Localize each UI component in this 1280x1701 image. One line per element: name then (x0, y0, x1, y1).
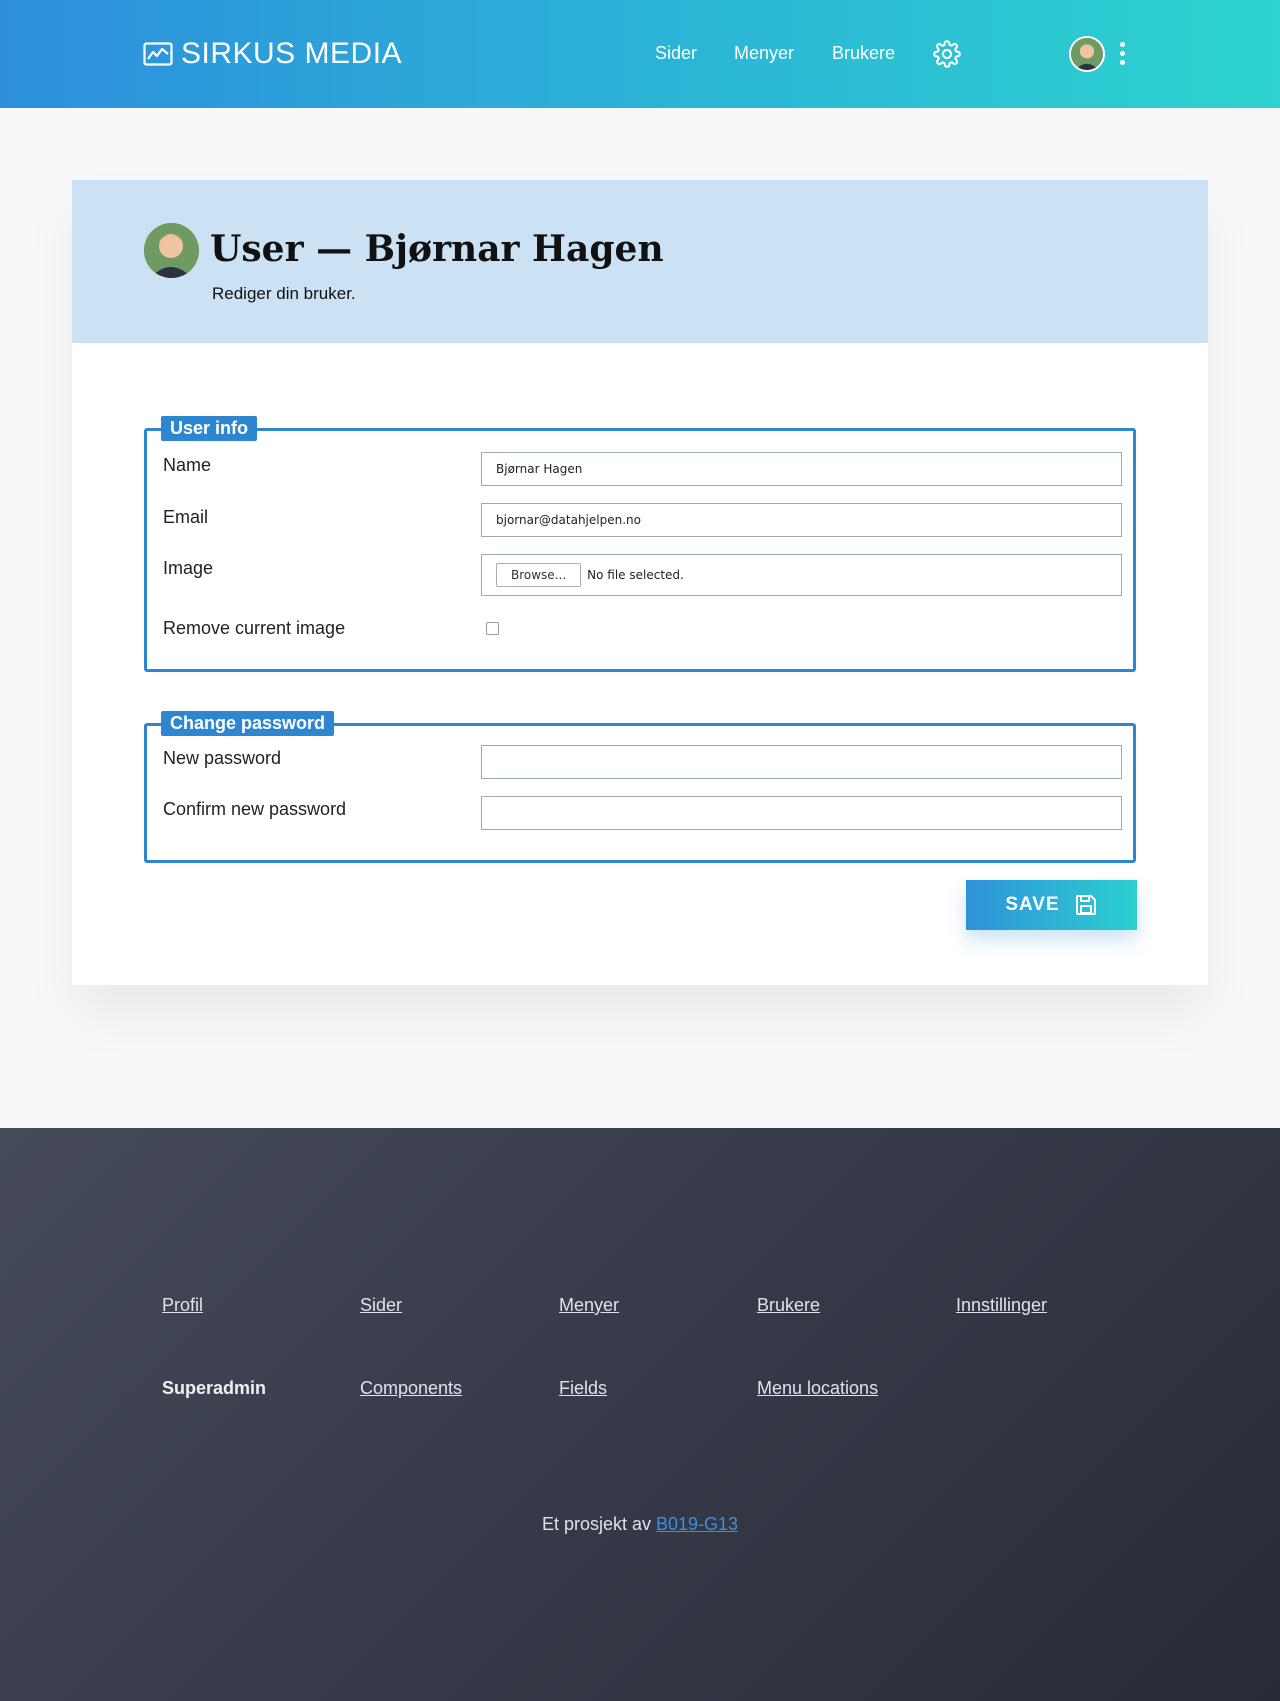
name-input[interactable]: Bjørnar Hagen (481, 452, 1122, 486)
more-menu-icon[interactable] (1117, 42, 1127, 66)
page-subtitle: Rediger din bruker. (212, 284, 356, 303)
change-password-legend: Change password (161, 711, 335, 736)
save-button[interactable]: SAVE (966, 880, 1137, 930)
credit-link[interactable]: B019-G13 (656, 1514, 738, 1534)
file-status-text: No file selected. (587, 568, 684, 582)
name-label: Name (163, 455, 212, 475)
top-navbar: SIRKUS MEDIA Sider Menyer Brukere (0, 0, 1280, 108)
nav-menyer[interactable]: Menyer (734, 43, 794, 64)
save-label: SAVE (1005, 894, 1060, 915)
footer-link-menu-locations[interactable]: Menu locations (757, 1378, 878, 1399)
image-label: Image (163, 558, 214, 578)
user-edit-card: User — Bjørnar Hagen Rediger din bruker.… (72, 180, 1208, 985)
change-password-fieldset: Change password New password Confirm new… (144, 711, 1136, 863)
footer-link-brukere[interactable]: Brukere (757, 1295, 820, 1316)
brand-logo[interactable]: SIRKUS MEDIA (143, 36, 402, 72)
email-input[interactable]: bjornar@datahjelpen.no (481, 503, 1122, 537)
user-avatar-large (144, 223, 199, 278)
new-password-label: New password (163, 748, 282, 768)
page-title: User — Bjørnar Hagen (210, 228, 664, 270)
floppy-disk-icon (1075, 895, 1096, 915)
footer-link-sider[interactable]: Sider (360, 1295, 402, 1316)
remove-image-label: Remove current image (163, 618, 346, 638)
card-header: User — Bjørnar Hagen Rediger din bruker. (72, 180, 1208, 343)
credit-prefix: Et prosjekt av (541, 1514, 651, 1534)
footer-link-innstillinger[interactable]: Innstillinger (956, 1295, 1047, 1316)
footer-credit: Et prosjekt av B019-G13 (0, 1514, 1280, 1535)
confirm-password-input[interactable] (481, 796, 1122, 830)
new-password-input[interactable] (481, 745, 1122, 779)
footer-link-profil[interactable]: Profil (162, 1295, 203, 1316)
footer-link-menyer[interactable]: Menyer (559, 1295, 619, 1316)
email-label: Email (163, 507, 209, 527)
settings-gear-icon[interactable] (933, 40, 961, 68)
user-info-fieldset: User info Name Bjørnar Hagen Email bjorn… (144, 416, 1136, 672)
remove-image-checkbox[interactable] (486, 622, 499, 635)
confirm-password-label: Confirm new password (163, 799, 347, 819)
brand-name: SIRKUS MEDIA (181, 37, 403, 70)
user-avatar[interactable] (1069, 36, 1105, 72)
browse-button[interactable]: Browse... (496, 563, 582, 587)
chart-icon (143, 42, 173, 66)
user-info-legend: User info (161, 416, 258, 441)
footer-link-components[interactable]: Components (360, 1378, 462, 1399)
nav-brukere[interactable]: Brukere (832, 43, 895, 64)
footer-superadmin-heading: Superadmin (162, 1378, 267, 1398)
footer: Profil Sider Menyer Brukere Innstillinge… (0, 1128, 1280, 1701)
nav-sider[interactable]: Sider (655, 43, 697, 64)
image-file-input[interactable]: Browse... No file selected. (481, 554, 1122, 596)
footer-link-fields[interactable]: Fields (559, 1378, 607, 1399)
